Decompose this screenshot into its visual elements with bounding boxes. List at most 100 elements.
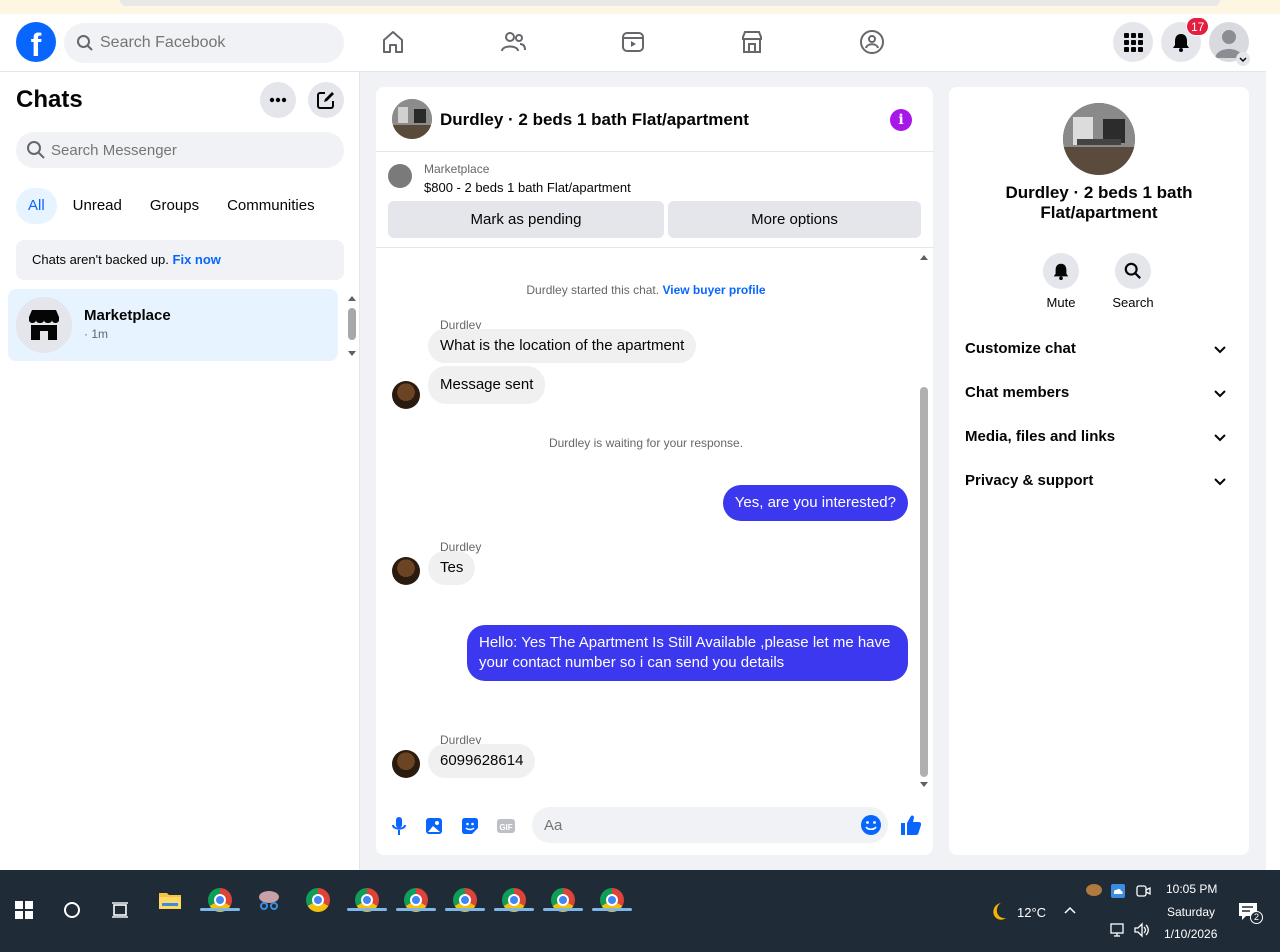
more-options-button[interactable]: More options <box>668 201 921 238</box>
mark-as-pending-button[interactable]: Mark as pending <box>388 201 664 238</box>
clock-day[interactable]: Saturday <box>1167 905 1215 919</box>
chat-avatar[interactable] <box>392 99 432 139</box>
clock-date[interactable]: 1/10/2026 <box>1164 927 1217 941</box>
customize-chat-section[interactable]: Customize chat <box>965 340 1233 364</box>
home-icon[interactable] <box>379 28 407 56</box>
search-messenger[interactable] <box>16 132 344 168</box>
search-button[interactable] <box>54 892 90 928</box>
search-messenger-input[interactable] <box>51 132 331 168</box>
volume-icon[interactable] <box>1133 922 1151 938</box>
snipping-tool-button[interactable] <box>251 882 287 918</box>
sticker-icon[interactable] <box>459 815 481 837</box>
menu-button[interactable] <box>1113 22 1153 62</box>
gif-icon[interactable]: GIF <box>495 815 517 837</box>
chrome-profile-button[interactable] <box>447 882 483 918</box>
compose-icon <box>317 92 334 109</box>
view-buyer-profile-link[interactable]: View buyer profile <box>662 283 765 297</box>
scroll-up-icon[interactable] <box>919 253 929 261</box>
scroll-down-icon[interactable] <box>347 350 357 358</box>
chevron-down-icon <box>1214 390 1226 398</box>
incoming-message[interactable]: Tes <box>428 551 476 585</box>
cloud-icon[interactable] <box>1110 883 1126 899</box>
message-composer: GIF <box>376 803 933 847</box>
task-view-button[interactable] <box>102 892 138 928</box>
clock-time[interactable]: 10:05 PM <box>1166 882 1217 896</box>
sender-avatar[interactable] <box>392 750 420 778</box>
filter-all[interactable]: All <box>16 188 57 224</box>
media-files-links-section[interactable]: Media, files and links <box>965 428 1233 452</box>
waiting-notice: Durdley is waiting for your response. <box>548 436 744 450</box>
chat-options-button[interactable] <box>260 82 296 118</box>
start-button[interactable] <box>6 892 42 928</box>
file-explorer-button[interactable] <box>152 882 188 918</box>
filter-communities[interactable]: Communities <box>215 188 327 224</box>
sender-avatar[interactable] <box>392 557 420 585</box>
conversation-list-scrollbar[interactable] <box>346 294 358 358</box>
network-icon[interactable] <box>1110 922 1126 938</box>
chrome-profile-button[interactable] <box>398 882 434 918</box>
chevron-up-icon[interactable] <box>1063 905 1077 915</box>
mute-button[interactable] <box>1043 253 1079 289</box>
grid-icon <box>1124 33 1143 52</box>
new-message-button[interactable] <box>308 82 344 118</box>
incoming-message[interactable]: Message sent <box>428 366 546 404</box>
mute-action[interactable]: Mute <box>1031 253 1091 310</box>
chevron-down-icon <box>1214 434 1226 442</box>
search-facebook-input[interactable] <box>100 23 330 63</box>
tray-app-icon[interactable] <box>1085 883 1103 897</box>
chrome-profile-button[interactable] <box>349 882 385 918</box>
sender-avatar[interactable] <box>392 381 420 409</box>
groups-icon[interactable] <box>858 28 886 56</box>
like-icon[interactable] <box>899 813 923 837</box>
active-indicator <box>347 908 387 911</box>
emoji-icon[interactable] <box>860 814 882 836</box>
chrome-profile-button[interactable] <box>496 882 532 918</box>
apartment-photo-icon <box>392 99 432 139</box>
privacy-support-section[interactable]: Privacy & support <box>965 472 1233 496</box>
friends-icon[interactable] <box>499 28 527 56</box>
scroll-thumb[interactable] <box>348 308 356 340</box>
chat-scrollbar[interactable] <box>918 249 930 789</box>
message-input-box[interactable] <box>532 807 888 843</box>
meet-now-icon[interactable] <box>1135 883 1151 899</box>
chrome-profile-button[interactable] <box>594 882 630 918</box>
outgoing-message[interactable]: Yes, are you interested? <box>722 485 908 521</box>
chrome-taskbar-button[interactable] <box>202 882 238 918</box>
active-indicator <box>200 908 240 911</box>
microphone-icon[interactable] <box>388 815 410 837</box>
message-input[interactable] <box>544 807 844 843</box>
moon-weather-icon[interactable] <box>985 900 1009 924</box>
scroll-up-icon[interactable] <box>347 294 357 302</box>
folder-icon <box>159 893 181 909</box>
cortana-icon <box>64 902 80 918</box>
video-icon[interactable] <box>619 28 647 56</box>
chrome-taskbar-button[interactable] <box>300 882 336 918</box>
search-icon <box>27 141 45 159</box>
address-bar[interactable] <box>120 0 1220 6</box>
photo-icon[interactable] <box>423 815 445 837</box>
temperature[interactable]: 12°C <box>1017 905 1046 920</box>
chat-members-section[interactable]: Chat members <box>965 384 1233 408</box>
search-button[interactable] <box>1115 253 1151 289</box>
info-icon[interactable]: i <box>890 109 912 131</box>
conversation-item-marketplace[interactable]: Marketplace · 1m <box>8 289 338 361</box>
scroll-thumb[interactable] <box>920 387 928 777</box>
filter-groups[interactable]: Groups <box>138 188 211 224</box>
page-scrollbar[interactable] <box>1266 14 1280 870</box>
scroll-down-icon[interactable] <box>919 781 929 789</box>
chevron-down-icon <box>1214 346 1226 354</box>
outgoing-message[interactable]: Hello: Yes The Apartment Is Still Availa… <box>467 625 908 681</box>
account-chevron-icon[interactable] <box>1236 52 1250 66</box>
search-action[interactable]: Search <box>1103 253 1163 310</box>
section-label: Customize chat <box>965 340 1076 357</box>
incoming-message[interactable]: What is the location of the apartment <box>428 329 697 363</box>
incoming-message[interactable]: 6099628614 <box>428 744 536 778</box>
search-facebook[interactable] <box>64 23 344 63</box>
facebook-logo[interactable]: f <box>16 22 56 62</box>
chrome-profile-button[interactable] <box>545 882 581 918</box>
listing-avatar[interactable] <box>1063 103 1135 175</box>
filter-unread[interactable]: Unread <box>61 188 134 224</box>
listing-thumbnail[interactable] <box>388 164 412 188</box>
fix-now-link[interactable]: Fix now <box>173 252 221 267</box>
marketplace-icon[interactable] <box>738 28 766 56</box>
